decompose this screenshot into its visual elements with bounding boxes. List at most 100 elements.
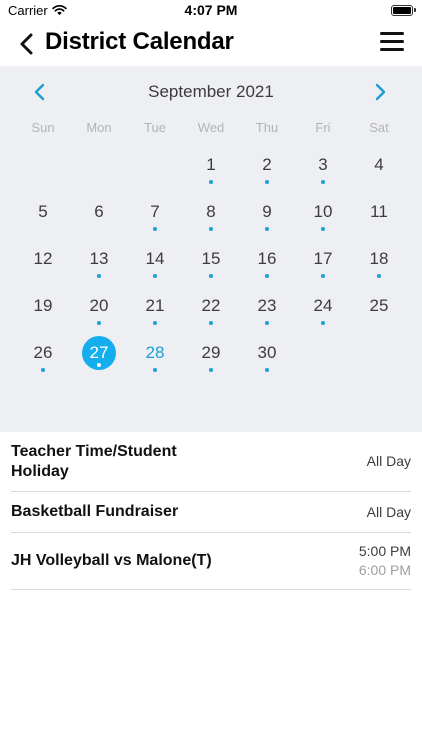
day-number: 12 bbox=[33, 249, 53, 268]
calendar-day-27[interactable]: 27 bbox=[71, 334, 127, 381]
event-dot-indicator bbox=[153, 227, 157, 231]
calendar-day-10[interactable]: 10 bbox=[295, 193, 351, 240]
calendar-day-23[interactable]: 23 bbox=[239, 287, 295, 334]
calendar-day-8[interactable]: 8 bbox=[183, 193, 239, 240]
calendar-week-row: 12 13 14 15 16 17 18 bbox=[15, 240, 407, 287]
event-title-line: JH Volleyball vs Malone(T) bbox=[11, 552, 212, 569]
day-number: 2 bbox=[262, 155, 272, 174]
event-dot-indicator bbox=[153, 368, 157, 372]
calendar-day-11[interactable]: 11 bbox=[351, 193, 407, 240]
calendar-day-12[interactable]: 12 bbox=[15, 240, 71, 287]
event-title: Teacher Time/Student Holiday bbox=[11, 442, 177, 482]
day-number: 9 bbox=[262, 202, 272, 221]
event-time: All Day bbox=[367, 452, 411, 471]
calendar-day-19[interactable]: 19 bbox=[15, 287, 71, 334]
calendar-day-9[interactable]: 9 bbox=[239, 193, 295, 240]
event-dot-indicator bbox=[209, 321, 213, 325]
day-number: 18 bbox=[369, 249, 389, 268]
event-dot-indicator bbox=[97, 274, 101, 278]
event-title-line: Teacher Time/Student bbox=[11, 443, 177, 460]
event-title: Basketball Fundraiser bbox=[11, 502, 178, 522]
calendar-day-15[interactable]: 15 bbox=[183, 240, 239, 287]
calendar-day-5[interactable]: 5 bbox=[15, 193, 71, 240]
day-number: 15 bbox=[201, 249, 221, 268]
event-title-line: Holiday bbox=[11, 463, 69, 480]
nav-bar: District Calendar bbox=[0, 22, 422, 66]
calendar-empty-cell bbox=[351, 334, 407, 381]
calendar-day-1[interactable]: 1 bbox=[183, 146, 239, 193]
day-number: 11 bbox=[370, 202, 388, 221]
calendar-day-26[interactable]: 26 bbox=[15, 334, 71, 381]
event-start-time: All Day bbox=[366, 504, 411, 520]
weekday-label: Wed bbox=[197, 120, 225, 135]
event-dot-indicator bbox=[97, 321, 101, 325]
day-number: 19 bbox=[33, 296, 53, 315]
event-dot-indicator bbox=[209, 368, 213, 372]
event-dot-indicator bbox=[41, 368, 45, 372]
hamburger-menu-icon bbox=[380, 32, 404, 35]
calendar-day-18[interactable]: 18 bbox=[351, 240, 407, 287]
calendar-day-2[interactable]: 2 bbox=[239, 146, 295, 193]
status-time: 4:07 PM bbox=[184, 2, 238, 18]
back-button[interactable] bbox=[14, 31, 40, 57]
day-number: 1 bbox=[206, 155, 216, 174]
calendar-week-row: 5 6 7 8 9 10 11 bbox=[15, 193, 407, 240]
day-number: 25 bbox=[369, 296, 389, 315]
calendar-day-14[interactable]: 14 bbox=[127, 240, 183, 287]
day-number: 6 bbox=[94, 202, 104, 221]
calendar-day-28[interactable]: 28 bbox=[127, 334, 183, 381]
day-number: 29 bbox=[201, 343, 221, 362]
event-time: 5:00 PM 6:00 PM bbox=[359, 542, 411, 580]
day-number: 13 bbox=[89, 249, 109, 268]
calendar-day-7[interactable]: 7 bbox=[127, 193, 183, 240]
calendar-day-29[interactable]: 29 bbox=[183, 334, 239, 381]
event-dot-indicator bbox=[321, 180, 325, 184]
event-row[interactable]: Basketball Fundraiser All Day bbox=[11, 492, 411, 533]
event-dot-indicator bbox=[321, 321, 325, 325]
battery-tip bbox=[414, 8, 416, 12]
calendar-day-20[interactable]: 20 bbox=[71, 287, 127, 334]
event-list: Teacher Time/Student Holiday All Day Basket… bbox=[11, 432, 411, 590]
calendar: September 2021 Sun Mon Tue Wed Thu Fri Sat 123… bbox=[0, 66, 422, 432]
event-dot-indicator bbox=[265, 180, 269, 184]
event-dot-indicator bbox=[209, 274, 213, 278]
day-number: 26 bbox=[33, 343, 53, 362]
menu-button[interactable] bbox=[380, 32, 404, 54]
day-number: 16 bbox=[257, 249, 277, 268]
event-dot-indicator bbox=[321, 227, 325, 231]
weekday-label: Fri bbox=[315, 120, 331, 135]
chevron-left-icon bbox=[20, 33, 33, 55]
calendar-week-row: 26 27 28 29 30 bbox=[15, 334, 407, 381]
day-number: 14 bbox=[145, 249, 165, 268]
day-number: 20 bbox=[89, 296, 109, 315]
day-number: 17 bbox=[313, 249, 333, 268]
event-dot-indicator bbox=[265, 227, 269, 231]
calendar-header: September 2021 bbox=[0, 66, 422, 118]
calendar-day-22[interactable]: 22 bbox=[183, 287, 239, 334]
event-dot-indicator bbox=[209, 227, 213, 231]
event-start-time: 5:00 PM bbox=[358, 543, 411, 559]
calendar-empty-cell bbox=[295, 334, 351, 381]
day-number: 28 bbox=[145, 343, 165, 362]
weekday-label: Tue bbox=[144, 120, 166, 135]
event-row[interactable]: JH Volleyball vs Malone(T) 5:00 PM 6:00 PM bbox=[11, 533, 411, 590]
event-row[interactable]: Teacher Time/Student Holiday All Day bbox=[11, 432, 411, 492]
battery-icon bbox=[391, 5, 413, 16]
calendar-day-13[interactable]: 13 bbox=[71, 240, 127, 287]
calendar-day-6[interactable]: 6 bbox=[71, 193, 127, 240]
weekday-label: Sun bbox=[31, 120, 55, 135]
calendar-day-16[interactable]: 16 bbox=[239, 240, 295, 287]
calendar-day-3[interactable]: 3 bbox=[295, 146, 351, 193]
event-dot-indicator bbox=[265, 274, 269, 278]
calendar-day-21[interactable]: 21 bbox=[127, 287, 183, 334]
event-dot-indicator bbox=[265, 321, 269, 325]
status-bar: Carrier 4:07 PM bbox=[0, 0, 422, 22]
calendar-day-24[interactable]: 24 bbox=[295, 287, 351, 334]
event-dot-indicator bbox=[97, 363, 101, 367]
next-month-button[interactable] bbox=[370, 82, 390, 102]
calendar-day-4[interactable]: 4 bbox=[351, 146, 407, 193]
calendar-day-17[interactable]: 17 bbox=[295, 240, 351, 287]
calendar-day-25[interactable]: 25 bbox=[351, 287, 407, 334]
weekday-label: Thu bbox=[255, 120, 279, 135]
calendar-day-30[interactable]: 30 bbox=[239, 334, 295, 381]
